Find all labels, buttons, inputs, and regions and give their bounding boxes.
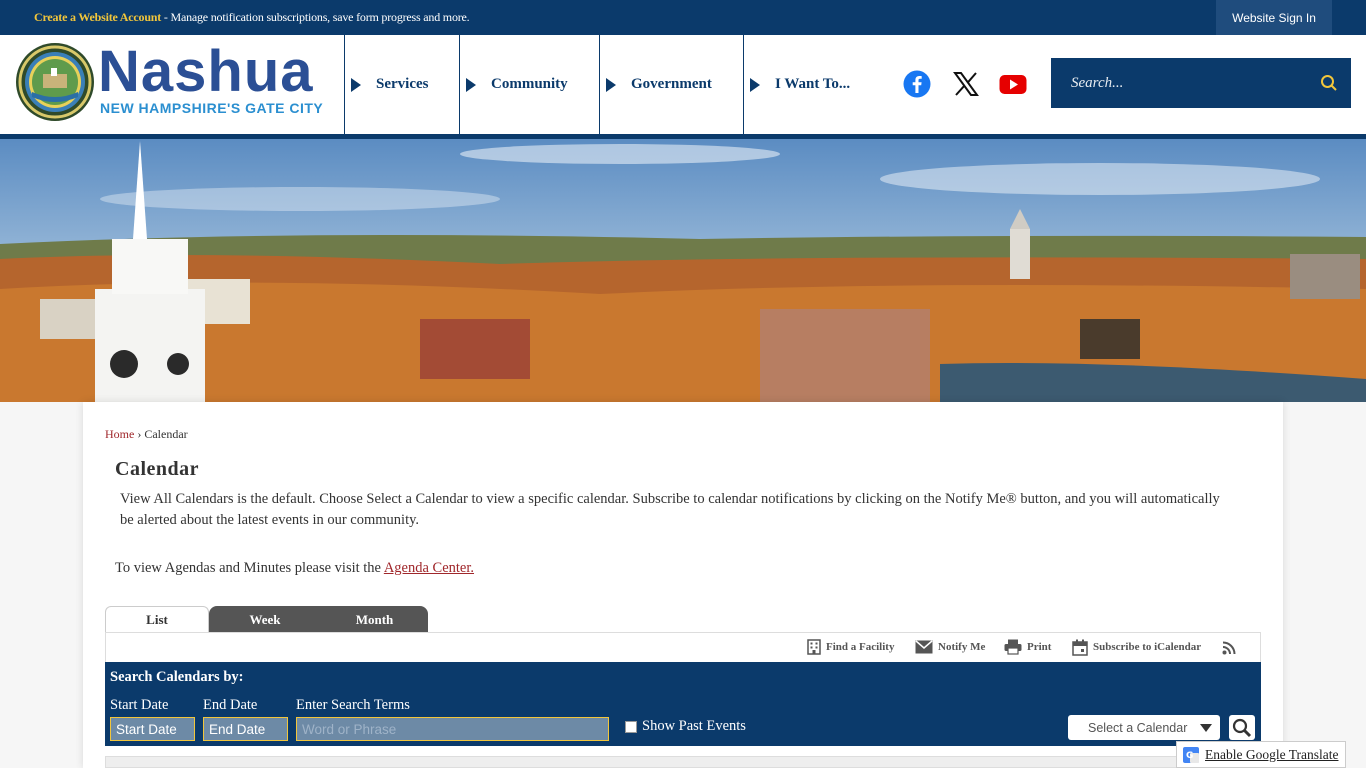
nav-services[interactable]: Services: [344, 35, 459, 134]
envelope-icon: [915, 640, 933, 654]
breadcrumb-home-link[interactable]: Home: [105, 427, 134, 441]
tab-month[interactable]: Month: [321, 606, 428, 633]
nav-label: Services: [376, 76, 429, 92]
calendar-search-button[interactable]: [1229, 715, 1255, 740]
account-message: Create a Website Account - Manage notifi…: [34, 10, 470, 25]
logo-wordmark[interactable]: Nashua: [98, 40, 314, 104]
caret-right-icon: [466, 77, 476, 92]
agenda-center-link[interactable]: Agenda Center.: [384, 560, 474, 576]
website-sign-in-button[interactable]: Website Sign In: [1216, 0, 1332, 35]
notify-me-label: Notify Me: [938, 641, 986, 653]
google-translate-icon: G: [1183, 746, 1199, 763]
google-translate-button[interactable]: G Enable Google Translate: [1176, 741, 1346, 768]
create-account-link[interactable]: Create a Website Account: [34, 10, 161, 24]
search-terms-input[interactable]: [296, 717, 609, 741]
site-search-input[interactable]: [1051, 58, 1311, 108]
show-past-events-checkbox[interactable]: [625, 720, 637, 733]
find-facility-button[interactable]: Find a Facility: [807, 638, 894, 656]
building-icon: [807, 639, 821, 655]
magnifier-icon: [1232, 718, 1252, 737]
tab-list[interactable]: List: [105, 606, 209, 633]
chevron-down-icon: [1200, 724, 1212, 732]
city-seal-icon[interactable]: [15, 42, 95, 122]
page-title: Calendar: [115, 458, 199, 480]
show-past-events[interactable]: Show Past Events: [625, 718, 746, 735]
tab-week[interactable]: Week: [209, 606, 321, 633]
top-bar: Create a Website Account - Manage notifi…: [0, 0, 1366, 35]
select-calendar-dropdown[interactable]: Select a Calendar: [1068, 715, 1220, 740]
logo-tagline: NEW HAMPSHIRE'S GATE CITY: [100, 100, 324, 116]
breadcrumb-current: Calendar: [144, 427, 188, 441]
print-button[interactable]: Print: [1004, 638, 1051, 656]
youtube-icon[interactable]: [999, 70, 1027, 98]
subscribe-icalendar-button[interactable]: Subscribe to iCalendar: [1072, 638, 1201, 656]
search-icon[interactable]: [1320, 74, 1338, 92]
printer-icon: [1004, 639, 1022, 655]
intro-text: View All Calendars is the default. Choos…: [120, 491, 1220, 528]
notify-me-button[interactable]: Notify Me: [915, 638, 985, 656]
calendar-icon: [1072, 639, 1088, 656]
start-date-input[interactable]: [110, 717, 195, 741]
nav-label: I Want To...: [775, 76, 851, 92]
search-panel-title: Search Calendars by:: [110, 669, 244, 685]
x-twitter-icon[interactable]: [952, 70, 980, 98]
nav-community[interactable]: Community: [459, 35, 599, 134]
caret-right-icon: [750, 77, 760, 92]
select-calendar-label: Select a Calendar: [1088, 720, 1188, 735]
breadcrumb: Home › Calendar: [105, 427, 188, 442]
nav-label: Government: [631, 76, 712, 92]
search-terms-label: Enter Search Terms: [296, 697, 410, 713]
print-label: Print: [1027, 641, 1052, 653]
facebook-icon[interactable]: [903, 70, 931, 98]
end-date-input[interactable]: [203, 717, 288, 741]
caret-right-icon: [351, 77, 361, 92]
rss-icon[interactable]: [1222, 641, 1236, 655]
caret-right-icon: [606, 77, 616, 92]
results-header: [105, 756, 1261, 768]
start-date-label: Start Date: [110, 697, 169, 713]
account-message-text: - Manage notification subscriptions, sav…: [161, 10, 470, 24]
find-facility-label: Find a Facility: [826, 641, 895, 653]
breadcrumb-separator: ›: [134, 427, 145, 441]
hero-banner-image: [0, 139, 1366, 402]
subscribe-label: Subscribe to iCalendar: [1093, 641, 1202, 653]
google-translate-label: Enable Google Translate: [1205, 746, 1339, 762]
nav-government[interactable]: Government: [599, 35, 743, 134]
nav-i-want-to[interactable]: I Want To...: [743, 35, 878, 134]
site-search: [1051, 58, 1351, 108]
agenda-text: To view Agendas and Minutes please visit…: [115, 560, 474, 577]
agenda-prefix: To view Agendas and Minutes please visit…: [115, 560, 384, 576]
show-past-events-label: Show Past Events: [642, 718, 746, 734]
nav-label: Community: [491, 76, 568, 92]
end-date-label: End Date: [203, 697, 258, 713]
svg-text:G: G: [1186, 751, 1193, 761]
